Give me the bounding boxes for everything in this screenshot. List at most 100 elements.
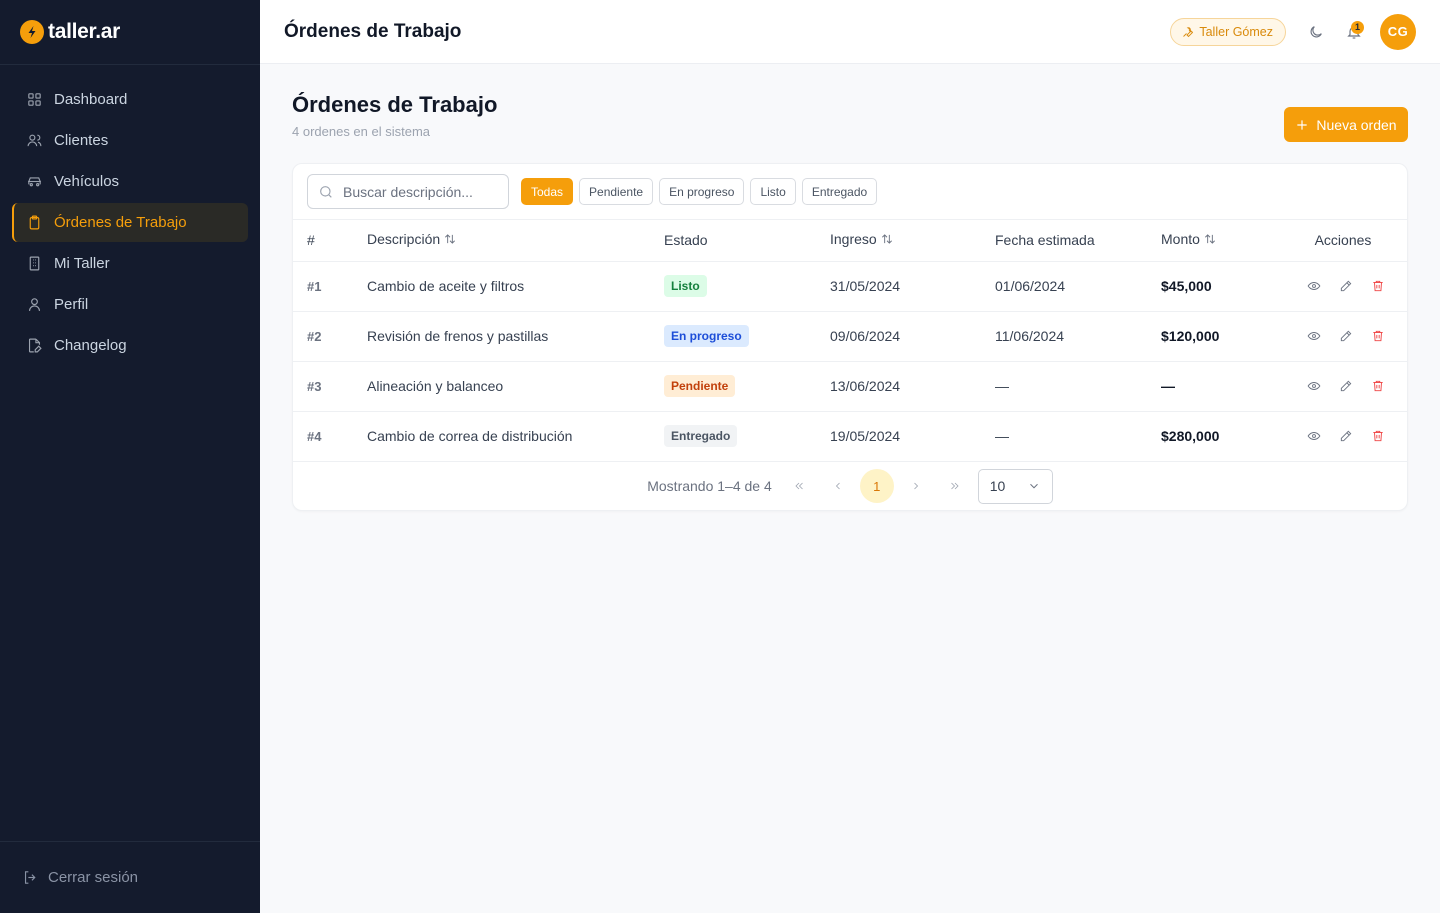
page-button-current[interactable]: 1 <box>859 469 894 503</box>
building-icon <box>29 256 40 271</box>
col-header-num: # <box>293 220 367 262</box>
wrench-icon <box>1183 26 1194 37</box>
orders-card: TodasPendienteEn progresoListoEntregado … <box>292 163 1408 511</box>
pencil-icon[interactable] <box>1339 379 1353 393</box>
toolbar: TodasPendienteEn progresoListoEntregado <box>293 164 1407 220</box>
col-header-estado: Estado <box>664 220 830 262</box>
table-row[interactable]: #1 Cambio de aceite y filtros Listo 31/05/2… <box>293 261 1407 312</box>
page-size-select[interactable]: 10 <box>977 468 1053 504</box>
brand[interactable]: taller.ar <box>0 0 260 65</box>
sidebar-item-mi-taller[interactable]: Mi Taller <box>12 244 248 283</box>
sidebar-item-perfil[interactable]: Perfil <box>12 285 248 324</box>
table-row[interactable]: #2 Revisión de frenos y pastillas En progr… <box>293 311 1407 362</box>
sidebar-item-label: Changelog <box>54 337 127 354</box>
search-icon <box>320 185 332 198</box>
sort-icon[interactable] <box>1203 232 1217 249</box>
col-header-ingreso-label: Ingreso <box>830 231 877 248</box>
page-header: Órdenes de Trabajo 4 ordenes en el siste… <box>292 92 1408 142</box>
eye-icon[interactable] <box>1307 429 1321 443</box>
page-subtitle: 4 ordenes en el sistema <box>292 124 431 139</box>
order-fecha-estimada: — <box>995 411 1161 462</box>
order-monto: $280,000 <box>1161 411 1279 462</box>
sidebar-item-dashboard[interactable]: Dashboard <box>12 80 248 119</box>
status-badge: Pendiente <box>664 375 736 397</box>
sidebar-item-changelog[interactable]: Changelog <box>12 326 248 365</box>
last-page-button[interactable] <box>938 469 972 503</box>
trash-icon[interactable] <box>1371 279 1385 293</box>
file-edit-icon <box>28 338 42 353</box>
trash-icon[interactable] <box>1371 329 1385 343</box>
col-header-ingreso[interactable]: Ingreso <box>830 220 995 262</box>
order-monto: $120,000 <box>1161 311 1279 362</box>
eye-icon[interactable] <box>1307 329 1321 343</box>
shop-badge-label: Taller Gómez <box>1199 24 1273 39</box>
sidebar-item-label: Vehículos <box>54 173 120 190</box>
chevrons-left-icon <box>795 482 803 490</box>
user-icon <box>28 298 41 311</box>
prev-page-button[interactable] <box>821 469 855 503</box>
order-ingreso: 13/06/2024 <box>830 361 995 412</box>
order-description: Alineación y balanceo <box>367 361 664 412</box>
order-description: Cambio de correa de distribución <box>367 411 664 462</box>
col-header-monto-label: Monto <box>1161 231 1200 248</box>
sidebar-item-vehiculos[interactable]: Vehículos <box>12 162 248 201</box>
plus-icon <box>1297 119 1308 130</box>
filter-en-progreso[interactable]: En progreso <box>659 178 745 205</box>
sidebar-item-clientes[interactable]: Clientes <box>12 121 248 160</box>
status-badge: Listo <box>664 275 707 297</box>
filter-entregado[interactable]: Entregado <box>801 178 878 205</box>
order-actions <box>1279 261 1407 312</box>
trash-icon[interactable] <box>1371 379 1385 393</box>
filter-todas[interactable]: Todas <box>521 178 574 205</box>
shop-badge[interactable]: Taller Gómez <box>1170 17 1286 46</box>
col-header-descripcion-label: Descripción <box>367 231 441 248</box>
search-box[interactable] <box>307 174 509 209</box>
order-monto: $45,000 <box>1161 261 1279 312</box>
topbar-title: Órdenes de Trabajo <box>284 20 462 42</box>
col-header-descripcion[interactable]: Descripción <box>367 220 664 262</box>
table-header-row: # Descripción Estado Ingreso Fecha estim… <box>293 220 1407 262</box>
filter-pendiente[interactable]: Pendiente <box>579 178 654 205</box>
notifications-button[interactable]: 1 <box>1338 16 1370 48</box>
order-fecha-estimada: — <box>995 361 1161 412</box>
page-size-value: 10 <box>989 478 1006 494</box>
eye-icon[interactable] <box>1307 379 1321 393</box>
logout-icon <box>24 871 36 884</box>
order-description: Revisión de frenos y pastillas <box>367 311 664 362</box>
search-input[interactable] <box>343 183 493 200</box>
avatar[interactable]: CG <box>1380 13 1416 50</box>
pencil-icon[interactable] <box>1339 429 1353 443</box>
sidebar-item-ordenes-de-trabajo[interactable]: Órdenes de Trabajo <box>12 203 248 242</box>
logout-button[interactable]: Cerrar sesión <box>0 841 260 913</box>
brand-name: taller.ar <box>48 20 121 43</box>
pencil-icon[interactable] <box>1339 329 1353 343</box>
notification-count: 1 <box>1351 20 1364 34</box>
sort-icon[interactable] <box>880 232 894 249</box>
table-row[interactable]: #3 Alineación y balanceo Pendiente 13/06/20… <box>293 361 1407 412</box>
page-title: Órdenes de Trabajo <box>292 92 498 117</box>
grid-icon <box>28 93 41 106</box>
theme-toggle-button[interactable] <box>1300 16 1332 48</box>
moon-icon <box>1310 25 1322 37</box>
order-fecha-estimada: 01/06/2024 <box>995 261 1161 312</box>
next-page-button[interactable] <box>899 469 933 503</box>
logo-icon <box>20 20 44 44</box>
first-page-button[interactable] <box>782 469 816 503</box>
pencil-icon[interactable] <box>1339 279 1353 293</box>
new-order-label: Nueva orden <box>1316 116 1397 133</box>
col-header-monto[interactable]: Monto <box>1161 220 1279 262</box>
new-order-button[interactable]: Nueva orden <box>1284 107 1408 142</box>
eye-icon[interactable] <box>1307 279 1321 293</box>
pagination-info: Mostrando 1–4 de 4 <box>647 478 772 494</box>
order-number: #2 <box>293 311 367 362</box>
trash-icon[interactable] <box>1371 429 1385 443</box>
order-status-cell: Listo <box>664 261 830 312</box>
status-filters: Todas Pendiente En progreso Listo Entregado <box>521 178 883 205</box>
users-icon <box>27 134 42 147</box>
table-row[interactable]: #4 Cambio de correa de distribución Entreg… <box>293 411 1407 462</box>
topbar: Órdenes de Trabajo Taller Gómez 1 CG <box>260 0 1440 64</box>
filter-listo[interactable]: Listo <box>750 178 796 205</box>
clipboard-icon <box>29 215 40 230</box>
sort-icon[interactable] <box>443 232 457 249</box>
status-badge: En progreso <box>664 325 749 347</box>
